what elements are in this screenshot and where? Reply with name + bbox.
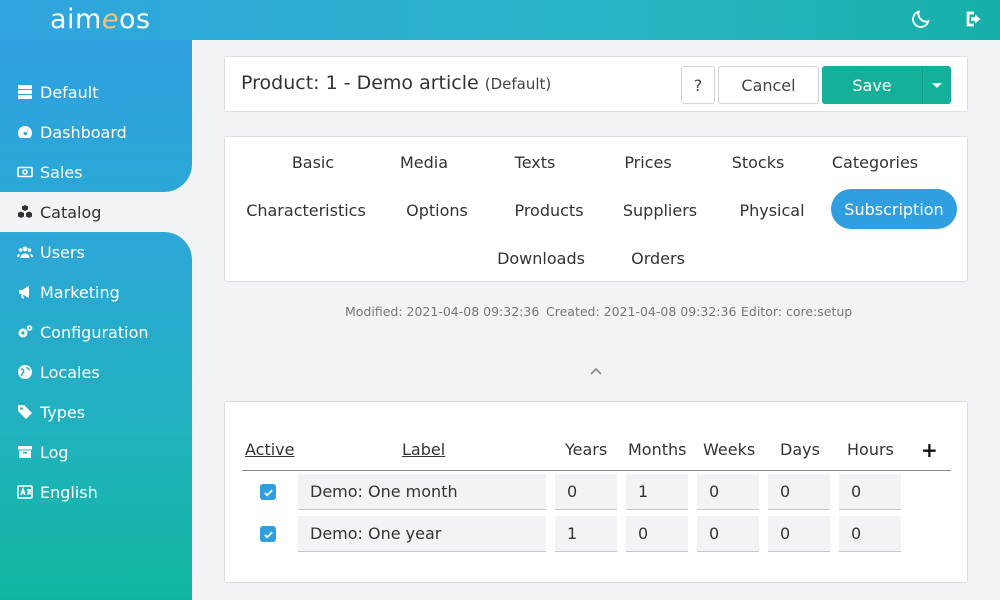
server-icon <box>16 83 34 101</box>
chevron-up-icon[interactable] <box>589 362 603 375</box>
sidebar-item-types[interactable]: Types <box>16 392 85 432</box>
days-input[interactable] <box>768 516 830 552</box>
tab-basic[interactable]: Basic <box>279 142 347 182</box>
globe-icon <box>16 363 34 381</box>
subscription-section: Active Label Years Months Weeks Days Hou… <box>224 401 968 583</box>
cancel-button[interactable]: Cancel <box>718 66 819 104</box>
tab-downloads[interactable]: Downloads <box>491 238 591 278</box>
aimeos-logo[interactable]: aimeos <box>50 4 151 35</box>
save-options-button[interactable] <box>922 66 951 104</box>
tag-icon <box>16 403 34 421</box>
tab-texts[interactable]: Texts <box>501 142 569 182</box>
moon-icon[interactable] <box>910 8 932 30</box>
page-title: Product: 1 - Demo article (Default) <box>241 72 552 94</box>
label-input[interactable] <box>298 474 546 510</box>
money-icon <box>16 163 34 181</box>
header-months: Months <box>628 440 687 459</box>
check-icon <box>263 531 273 539</box>
header-divider <box>242 470 951 471</box>
header-active[interactable]: Active <box>245 440 295 459</box>
sidebar-item-default[interactable]: Default <box>16 72 98 112</box>
days-input[interactable] <box>768 474 830 510</box>
item-header: Product: 1 - Demo article (Default) ? Ca… <box>224 56 968 112</box>
months-input[interactable] <box>626 516 688 552</box>
hours-input[interactable] <box>839 516 901 552</box>
sidebar: Default Dashboard Sales Catalog Users Ma… <box>0 40 192 600</box>
tabs-nav: Basic Media Texts Prices Stocks Categori… <box>224 136 968 282</box>
tab-stocks[interactable]: Stocks <box>722 142 794 182</box>
add-subscription-button[interactable]: + <box>921 438 938 462</box>
archive-icon <box>16 443 34 461</box>
tab-subscription[interactable]: Subscription <box>831 189 957 229</box>
header-hours: Hours <box>847 440 894 459</box>
sidebar-item-marketing[interactable]: Marketing <box>16 272 120 312</box>
tab-categories[interactable]: Categories <box>825 142 925 182</box>
hours-input[interactable] <box>839 474 901 510</box>
header-days: Days <box>780 440 820 459</box>
header-label[interactable]: Label <box>402 440 445 459</box>
caret-down-icon <box>932 82 942 88</box>
sidebar-item-configuration[interactable]: Configuration <box>16 312 149 352</box>
header-years: Years <box>565 440 608 459</box>
site-label: (Default) <box>484 75 552 93</box>
bullhorn-icon <box>16 283 34 301</box>
logout-icon[interactable] <box>963 8 985 30</box>
tab-suppliers[interactable]: Suppliers <box>615 190 705 230</box>
tab-orders[interactable]: Orders <box>621 238 695 278</box>
tab-physical[interactable]: Physical <box>728 190 816 230</box>
cubes-icon <box>16 203 34 221</box>
weeks-input[interactable] <box>697 474 759 510</box>
users-icon <box>16 243 34 261</box>
label-input[interactable] <box>298 516 546 552</box>
gauge-icon <box>16 123 34 141</box>
sidebar-item-catalog[interactable]: Catalog <box>16 192 101 232</box>
sidebar-item-dashboard[interactable]: Dashboard <box>16 112 127 152</box>
header-weeks: Weeks <box>703 440 756 459</box>
sidebar-item-users[interactable]: Users <box>16 232 85 272</box>
active-checkbox[interactable] <box>260 526 276 542</box>
help-button[interactable]: ? <box>681 66 715 104</box>
months-input[interactable] <box>626 474 688 510</box>
tab-options[interactable]: Options <box>395 190 479 230</box>
tab-characteristics[interactable]: Characteristics <box>241 190 371 230</box>
editor-name: Editor: core:setup <box>741 304 853 319</box>
modified-date: Modified: 2021-04-08 09:32:36 <box>345 304 540 319</box>
check-icon <box>263 489 273 497</box>
tab-media[interactable]: Media <box>390 142 458 182</box>
active-checkbox[interactable] <box>260 484 276 500</box>
created-date: Created: 2021-04-08 09:32:36 <box>546 304 737 319</box>
sidebar-item-english[interactable]: English <box>16 472 98 512</box>
tab-prices[interactable]: Prices <box>611 142 685 182</box>
save-button[interactable]: Save <box>822 66 922 104</box>
cogs-icon <box>16 323 34 341</box>
sidebar-item-log[interactable]: Log <box>16 432 69 472</box>
sidebar-item-sales[interactable]: Sales <box>16 152 83 192</box>
years-input[interactable] <box>555 516 617 552</box>
sidebar-item-locales[interactable]: Locales <box>16 352 100 392</box>
tab-products[interactable]: Products <box>503 190 595 230</box>
years-input[interactable] <box>555 474 617 510</box>
weeks-input[interactable] <box>697 516 759 552</box>
language-icon <box>16 483 34 501</box>
